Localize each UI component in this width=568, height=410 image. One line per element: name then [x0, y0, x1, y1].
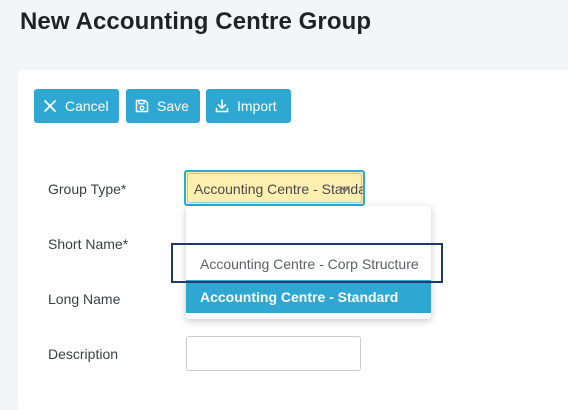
- save-icon: [135, 99, 149, 113]
- dropdown-option-blank[interactable]: [186, 212, 431, 245]
- page-title: New Accounting Centre Group: [20, 8, 372, 35]
- group-type-select[interactable]: Accounting Centre - Standa: [184, 170, 365, 206]
- description-input[interactable]: [186, 336, 361, 371]
- import-button[interactable]: Import: [206, 89, 291, 123]
- save-button-label: Save: [157, 98, 189, 114]
- description-label: Description: [48, 346, 119, 362]
- save-button[interactable]: Save: [126, 89, 200, 123]
- download-icon: [215, 99, 229, 113]
- short-name-label: Short Name*: [48, 236, 129, 252]
- cancel-button-label: Cancel: [65, 98, 109, 114]
- dropdown-option-corp-structure[interactable]: Accounting Centre - Corp Structure: [186, 247, 431, 280]
- close-icon: [44, 100, 56, 112]
- group-type-label: Group Type*: [48, 181, 127, 197]
- chevron-down-icon[interactable]: [338, 182, 352, 196]
- import-button-label: Import: [237, 98, 277, 114]
- cancel-button[interactable]: Cancel: [34, 89, 119, 123]
- group-type-dropdown: Accounting Centre - Corp Structure Accou…: [186, 206, 431, 319]
- dropdown-option-standard[interactable]: Accounting Centre - Standard: [186, 280, 431, 313]
- long-name-label: Long Name: [48, 291, 121, 307]
